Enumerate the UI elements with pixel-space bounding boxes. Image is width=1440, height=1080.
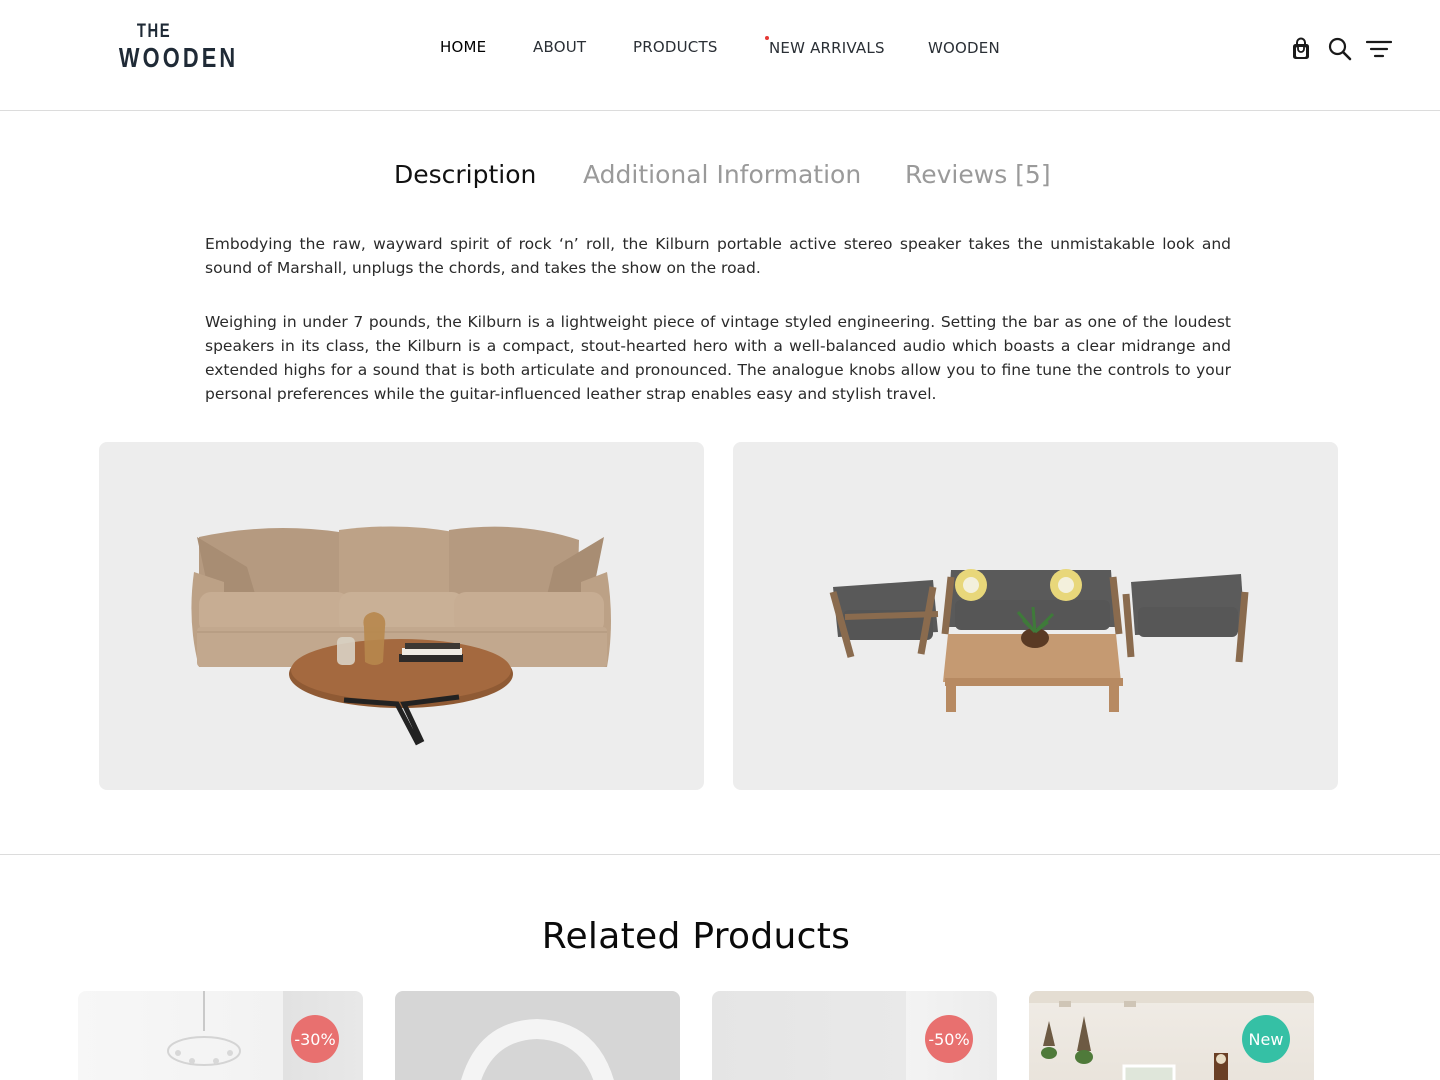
description-paragraph-1: Embodying the raw, wayward spirit of roc…: [205, 235, 1231, 277]
nav-item-home[interactable]: HOME: [440, 38, 486, 56]
new-badge: New: [1242, 1015, 1290, 1063]
brand-logo-line1: THE: [136, 21, 172, 42]
section-divider: [0, 854, 1440, 855]
filter-menu-icon[interactable]: [1365, 36, 1393, 62]
discount-badge: -30%: [291, 1015, 339, 1063]
tab-reviews[interactable]: Reviews [5]: [905, 160, 1051, 189]
product-image-sofa: [99, 442, 704, 790]
description-paragraph-2: Weighing in under 7 pounds, the Kilburn …: [205, 313, 1231, 403]
search-icon[interactable]: [1327, 36, 1353, 62]
shopping-bag-icon[interactable]: [1288, 36, 1314, 62]
related-product-card-chair[interactable]: [395, 991, 680, 1080]
product-image-patio-set: [733, 442, 1338, 790]
tab-description[interactable]: Description: [394, 160, 536, 189]
nav-item-about[interactable]: ABOUT: [533, 38, 586, 56]
related-products-title: Related Products: [541, 916, 851, 957]
nav-item-products[interactable]: PRODUCTS: [633, 38, 718, 56]
new-arrivals-indicator-dot: [765, 36, 769, 40]
related-product-card-chandelier[interactable]: -30%: [78, 991, 363, 1080]
product-info-tabs: Description Additional Information Revie…: [0, 160, 1440, 196]
brand-logo[interactable]: THE WOODEN: [109, 21, 239, 73]
tab-additional-information[interactable]: Additional Information: [583, 160, 861, 189]
discount-badge: -50%: [925, 1015, 973, 1063]
site-header: THE WOODEN HOME ABOUT PRODUCTS NEW ARRIV…: [0, 0, 1440, 111]
nav-item-wooden[interactable]: WOODEN: [928, 39, 1000, 57]
brand-logo-line2: WOODEN: [118, 42, 239, 73]
nav-item-new-arrivals[interactable]: NEW ARRIVALS: [769, 39, 885, 57]
related-product-card-lamp[interactable]: -50%: [712, 991, 997, 1080]
white-chair-image: [461, 1019, 614, 1080]
related-product-card-living-room[interactable]: New: [1029, 991, 1314, 1080]
